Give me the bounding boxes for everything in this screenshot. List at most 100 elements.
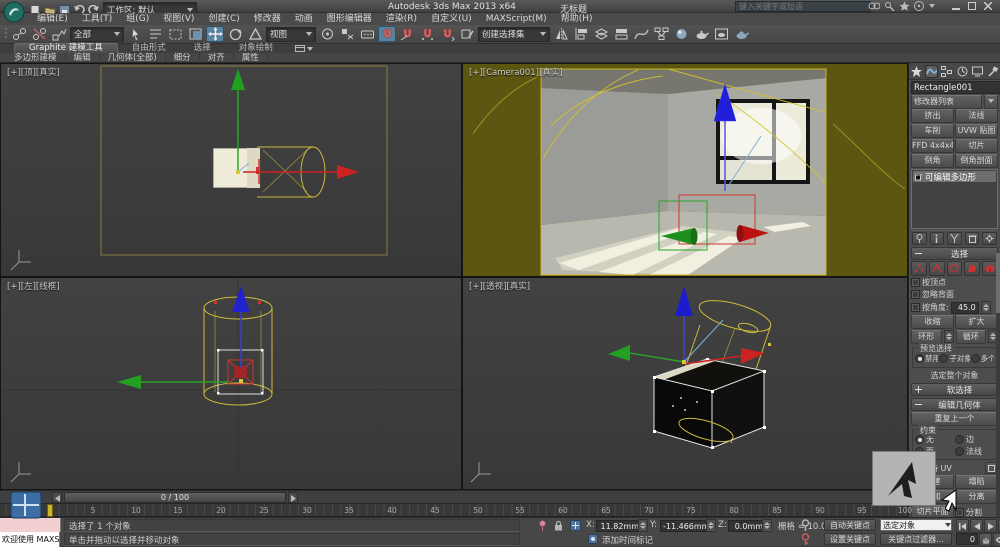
ribbon-minimize-chevron-icon[interactable] [306,47,313,51]
select-by-name-icon[interactable] [146,26,164,42]
ribbon-section-polygon-modeling[interactable]: 多边形建模 [6,52,66,63]
ribbon-section-subdivision[interactable]: 细分 [166,52,200,63]
previous-key-button[interactable] [970,519,983,533]
loop-button[interactable]: 循环 [955,329,986,344]
pin-stack-icon[interactable] [912,232,927,245]
modify-tab-icon[interactable] [925,64,939,78]
viewport-perspective-label[interactable]: [+][透视][真实] [469,280,530,292]
ring-spinner[interactable] [943,330,954,343]
modifier-list-chevron[interactable] [984,94,998,109]
graphite-ribbon-toggle-icon[interactable] [612,26,630,42]
x-coordinate-spinner[interactable] [638,519,648,532]
reference-coordinate-dropdown[interactable]: 视图 [266,26,316,42]
unlink-selection-icon[interactable] [30,26,48,42]
ignore-backfacing-checkbox[interactable] [911,290,920,299]
z-coordinate-field[interactable] [728,520,766,532]
modifier-button-uvw-map[interactable]: UVW 贴图 [955,124,998,138]
preview-subobj-radio[interactable] [939,354,949,363]
orbit-view-button[interactable] [993,533,1000,547]
menu-item-tools[interactable]: 工具(T) [75,13,120,25]
motion-tab-icon[interactable] [956,65,969,78]
ribbon-section-properties[interactable]: 属性 [234,52,268,63]
by-vertex-checkbox[interactable] [911,278,920,287]
menu-item-maxscript[interactable]: MAXScript(M) [479,13,554,25]
menu-item-help[interactable]: 帮助(H) [554,13,600,25]
viewport-left-label[interactable]: [+][左][线框] [7,280,60,292]
object-name-field[interactable] [911,81,1000,94]
collapse-button[interactable]: 塌陷 [955,475,998,489]
subobject-edge-icon[interactable] [928,261,945,276]
play-button[interactable] [984,519,997,533]
previous-frame-arrow[interactable] [52,492,62,503]
select-object-icon[interactable] [126,26,144,42]
panel-scrollbar[interactable] [996,253,1000,517]
mirror-icon[interactable] [552,26,570,42]
use-pivot-center-icon[interactable] [318,26,336,42]
menu-item-group[interactable]: 组(G) [119,13,156,25]
select-and-link-icon[interactable] [10,26,28,42]
bind-to-space-warp-icon[interactable] [50,26,68,42]
track-bar[interactable]: 5 10 15 20 25 30 35 40 45 50 55 60 65 70… [0,503,912,517]
help-menu-chevron-icon[interactable] [929,4,935,8]
constraint-normal-radio[interactable] [955,447,964,456]
subobject-border-icon[interactable] [946,261,963,276]
spinner-snap-toggle-icon[interactable] [438,26,456,42]
configure-modifier-sets-icon[interactable] [982,232,997,245]
percent-snap-toggle-icon[interactable] [418,26,436,42]
maximize-button[interactable] [964,1,980,11]
show-end-result-icon[interactable] [929,232,945,245]
layer-manager-icon[interactable] [592,26,610,42]
search-history-icon[interactable] [868,1,880,11]
make-unique-icon[interactable] [947,232,962,245]
snaps-toggle-icon[interactable] [378,26,396,42]
isolate-selection-pin-icon[interactable] [538,520,547,531]
current-frame-field[interactable] [956,533,978,545]
menu-item-customize[interactable]: 自定义(U) [424,13,479,25]
menu-item-create[interactable]: 创建(C) [201,13,246,25]
app-logo-icon[interactable] [3,1,25,23]
modifier-button-extrude[interactable]: 挤出 [911,109,954,123]
by-angle-spinner[interactable] [980,301,991,314]
menu-item-animation[interactable]: 动画 [288,13,320,25]
material-editor-icon[interactable] [672,26,690,42]
align-icon[interactable] [572,26,590,42]
modifier-button-normal[interactable]: 法线 [955,109,998,123]
display-tab-icon[interactable] [971,65,984,78]
set-key-icon[interactable] [800,533,811,545]
add-time-tag-text[interactable]: 添加时间标记 [602,534,653,546]
ribbon-section-edit[interactable]: 编辑 [66,52,100,63]
ribbon-display-options-icon[interactable] [294,45,305,53]
minimize-button[interactable] [948,1,964,11]
selection-filter-dropdown[interactable]: 全部 [70,26,124,42]
maxscript-mini-listener[interactable]: 欢迎使用 MAXS [0,532,60,547]
z-coordinate-spinner[interactable] [762,519,772,532]
render-production-icon[interactable] [732,26,750,42]
rollout-soft-selection[interactable]: 软选择 [911,383,998,396]
repeat-last-button[interactable]: 重复上一个 [911,411,998,426]
selection-set-dropdown[interactable]: 选定对象 [880,519,952,531]
menu-item-views[interactable]: 视图(V) [156,13,201,25]
auto-key-button[interactable]: 自动关键点 [824,519,876,531]
select-and-scale-icon[interactable] [246,26,264,42]
ribbon-tab-graphite-modeling[interactable]: Graphite 建模工具 [14,43,118,53]
time-tag-icon[interactable] [588,534,598,544]
next-frame-arrow[interactable] [288,492,298,503]
x-coordinate-field[interactable] [596,520,642,532]
utilities-tab-icon[interactable] [986,65,999,78]
hierarchy-tab-icon[interactable] [940,65,953,78]
auto-key-icon[interactable] [800,519,811,531]
preview-multi-radio[interactable] [970,354,980,363]
menu-item-edit[interactable]: 编辑(E) [30,13,75,25]
constraint-edge-radio[interactable] [955,435,964,444]
keyboard-shortcut-override-icon[interactable] [358,26,376,42]
modifier-stack[interactable]: 可编辑多边形 [911,169,998,229]
menu-item-graph-editors[interactable]: 图形编辑器 [320,13,379,25]
select-and-move-icon[interactable] [206,26,224,42]
modifier-button-slice[interactable]: 切片 [955,139,998,153]
favorites-icon[interactable] [899,1,910,11]
help-icon[interactable] [914,1,925,11]
modifier-button-chamfer[interactable]: 倒角 [911,154,954,168]
ribbon-section-align[interactable]: 对齐 [200,52,234,63]
y-coordinate-spinner[interactable] [706,519,716,532]
curve-editor-icon[interactable] [632,26,650,42]
